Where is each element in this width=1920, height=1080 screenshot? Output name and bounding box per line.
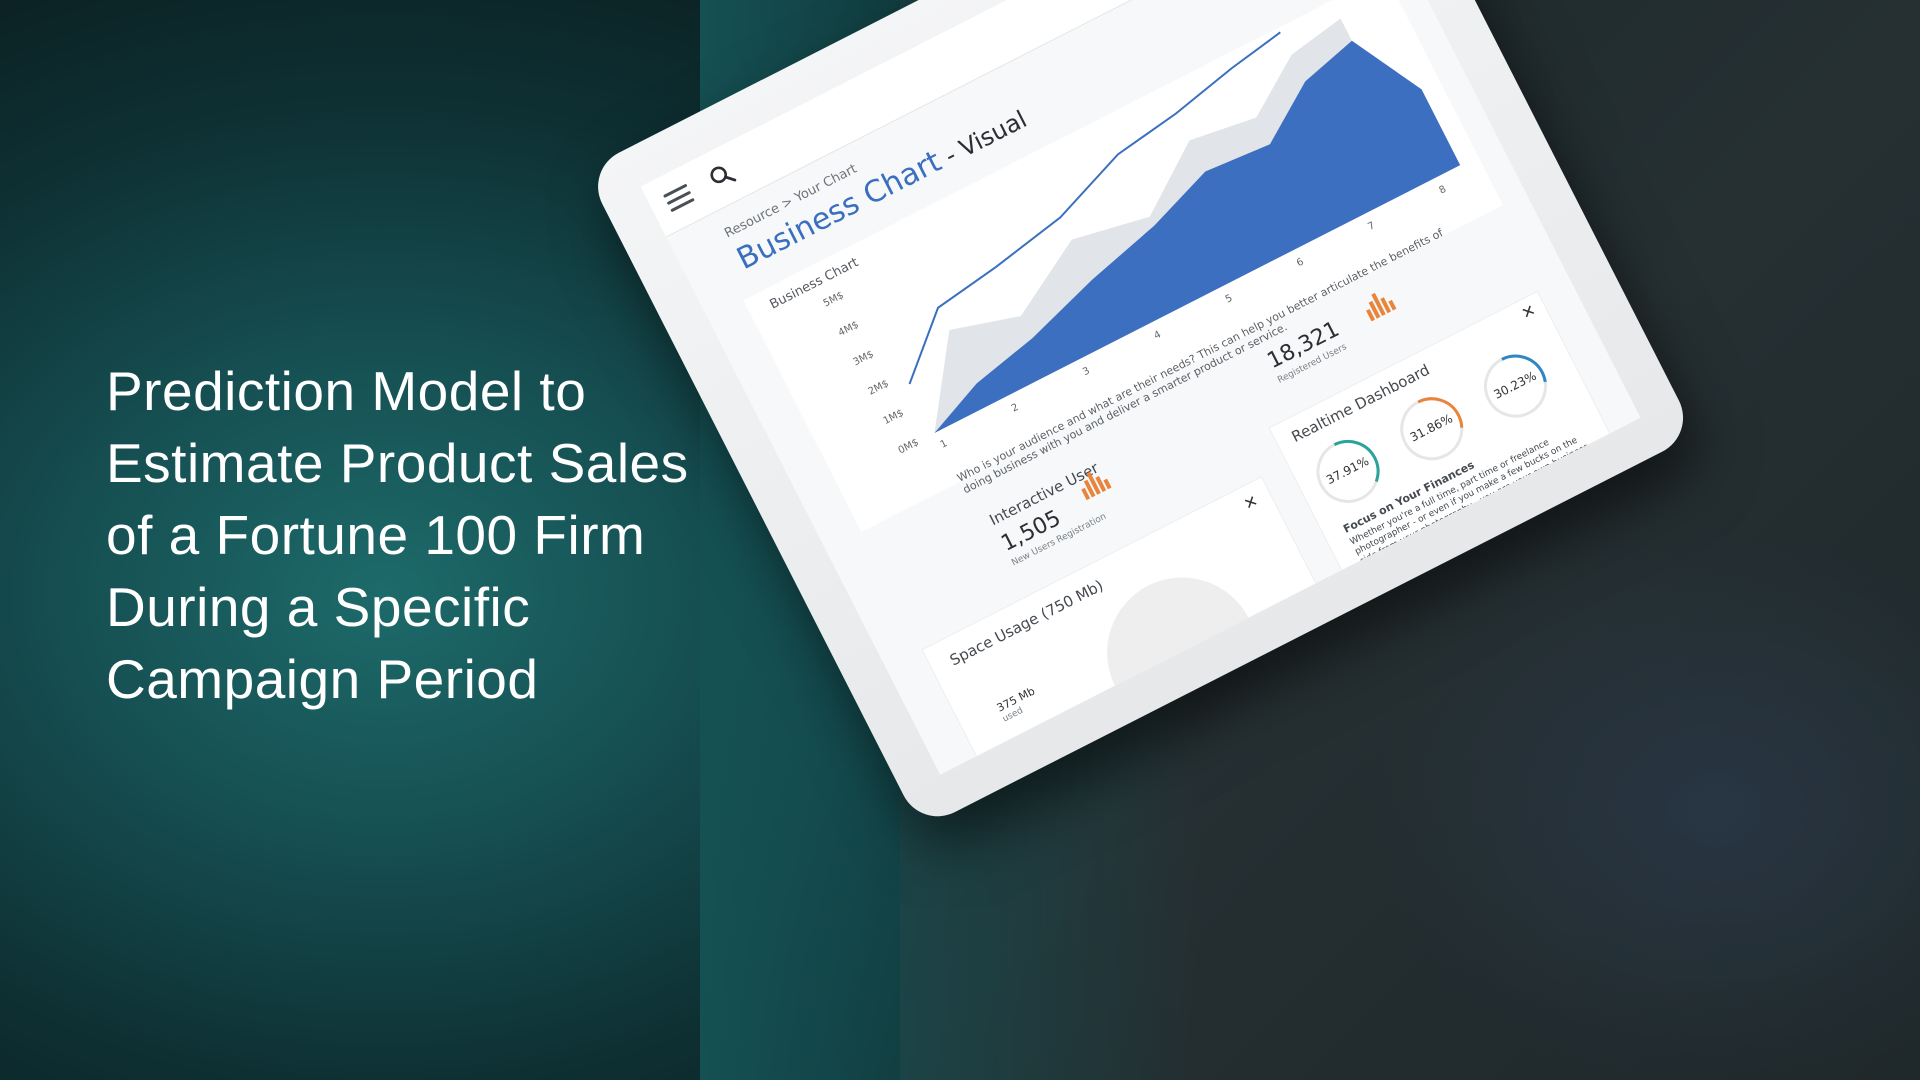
y-tick: 1M$ <box>882 408 906 427</box>
headline-line-3: of a Fortune 100 Firm <box>106 504 646 566</box>
y-tick: 5M$ <box>822 290 846 309</box>
y-tick: 3M$ <box>852 349 876 368</box>
x-tick: 1 <box>939 438 950 451</box>
close-icon[interactable]: ✕ <box>1518 300 1539 323</box>
y-tick: 2M$ <box>867 378 891 397</box>
x-tick: 6 <box>1295 257 1306 270</box>
headline-line-2: Estimate Product Sales <box>106 432 689 494</box>
close-icon[interactable]: ✕ <box>1594 450 1615 473</box>
close-icon[interactable]: ✕ <box>1241 491 1262 514</box>
y-tick: 4M$ <box>837 319 861 338</box>
search-icon <box>710 166 737 184</box>
ring-gauge-3: 30.23% <box>1467 338 1564 435</box>
hamburger-menu-icon <box>663 183 695 214</box>
x-tick: 5 <box>1224 293 1235 306</box>
y-axis-ticks: 0M$ 1M$ 2M$ 3M$ 4M$ 5M$ <box>822 290 921 457</box>
y-tick: 0M$ <box>897 437 921 456</box>
x-tick: 2 <box>1010 402 1021 415</box>
headline-line-5: Campaign Period <box>106 648 539 710</box>
headline-line-4: During a Specific <box>106 576 531 638</box>
bar-chart-icon <box>1366 292 1397 322</box>
x-tick: 8 <box>1438 184 1449 197</box>
x-tick: 3 <box>1081 365 1092 378</box>
x-tick: 4 <box>1152 329 1163 342</box>
x-tick: 7 <box>1366 220 1377 233</box>
